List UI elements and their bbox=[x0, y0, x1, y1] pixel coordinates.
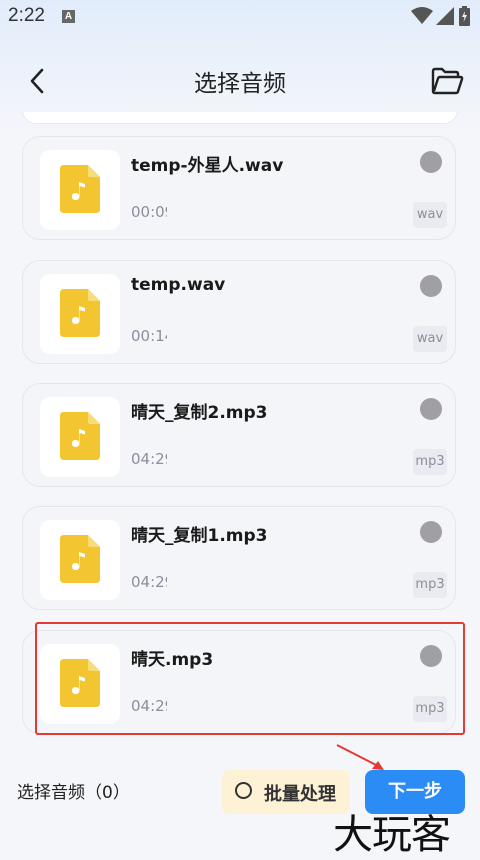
watermark: 大玩客 bbox=[333, 812, 451, 858]
status-time: 2:22 bbox=[8, 5, 45, 26]
selected-count-label: 选择音频（0） bbox=[17, 783, 130, 803]
audio-file-thumbnail bbox=[40, 397, 120, 477]
audio-file-thumbnail bbox=[40, 274, 120, 354]
notification-a-icon: A bbox=[62, 10, 75, 23]
select-radio-button[interactable] bbox=[420, 151, 442, 173]
audio-file-item[interactable]: 晴天_复制2.mp3 04:29 mp3 bbox=[22, 383, 456, 487]
music-file-icon bbox=[60, 535, 100, 583]
wifi-icon bbox=[411, 7, 433, 24]
audio-file-duration: 00:09 bbox=[131, 203, 167, 221]
select-radio-button[interactable] bbox=[420, 398, 442, 420]
battery-icon bbox=[459, 6, 470, 26]
audio-file-item[interactable]: temp.wav 00:14 wav bbox=[22, 260, 456, 364]
file-extension-badge: wav bbox=[413, 202, 447, 228]
audio-file-thumbnail bbox=[40, 520, 120, 600]
page-title: 选择音频 bbox=[194, 71, 286, 97]
annotation-arrow-icon bbox=[336, 744, 384, 770]
file-extension-badge: mp3 bbox=[413, 572, 447, 598]
select-radio-button[interactable] bbox=[420, 521, 442, 543]
header: 选择音频 bbox=[0, 50, 480, 110]
audio-file-duration: 04:29 bbox=[131, 450, 167, 468]
audio-file-item[interactable]: temp-外星人.wav 00:09 wav bbox=[22, 136, 456, 240]
file-extension-badge: mp3 bbox=[413, 449, 447, 475]
audio-file-name: 晴天.mp3 bbox=[131, 650, 214, 670]
music-file-icon bbox=[60, 165, 100, 213]
select-radio-button[interactable] bbox=[420, 645, 442, 667]
audio-file-duration: 04:29 bbox=[131, 573, 167, 591]
select-radio-button[interactable] bbox=[420, 275, 442, 297]
file-extension-badge: mp3 bbox=[413, 696, 447, 722]
batch-process-label: 批量处理 bbox=[264, 784, 336, 805]
audio-file-duration: 00:14 bbox=[131, 327, 167, 345]
audio-file-name: temp.wav bbox=[131, 275, 226, 295]
audio-file-thumbnail bbox=[40, 150, 120, 230]
signal-icon bbox=[436, 7, 454, 25]
music-file-icon bbox=[60, 412, 100, 460]
audio-file-name: 晴天_复制1.mp3 bbox=[131, 526, 268, 546]
music-file-icon bbox=[60, 659, 100, 707]
audio-file-item[interactable]: 晴天_复制1.mp3 04:29 mp3 bbox=[22, 506, 456, 610]
audio-file-item[interactable]: 晴天.mp3 04:29 mp3 bbox=[22, 630, 456, 734]
folder-icon bbox=[431, 67, 464, 95]
file-extension-badge: wav bbox=[413, 326, 447, 352]
audio-file-duration: 04:29 bbox=[131, 697, 167, 715]
music-file-icon bbox=[60, 289, 100, 337]
audio-file-list[interactable]: temp-外星人.wav 00:09 wav temp.wav 00:14 wav 晴天_复… bbox=[8, 112, 470, 742]
list-item-partial[interactable] bbox=[22, 112, 458, 124]
audio-file-name: 晴天_复制2.mp3 bbox=[131, 403, 268, 423]
folder-button[interactable] bbox=[430, 66, 464, 96]
audio-file-name: temp-外星人.wav bbox=[131, 156, 284, 176]
status-bar: 2:22 A bbox=[0, 0, 480, 34]
batch-process-button[interactable]: 批量处理 bbox=[222, 770, 350, 814]
batch-radio-icon bbox=[235, 782, 252, 799]
audio-file-thumbnail bbox=[40, 644, 120, 724]
